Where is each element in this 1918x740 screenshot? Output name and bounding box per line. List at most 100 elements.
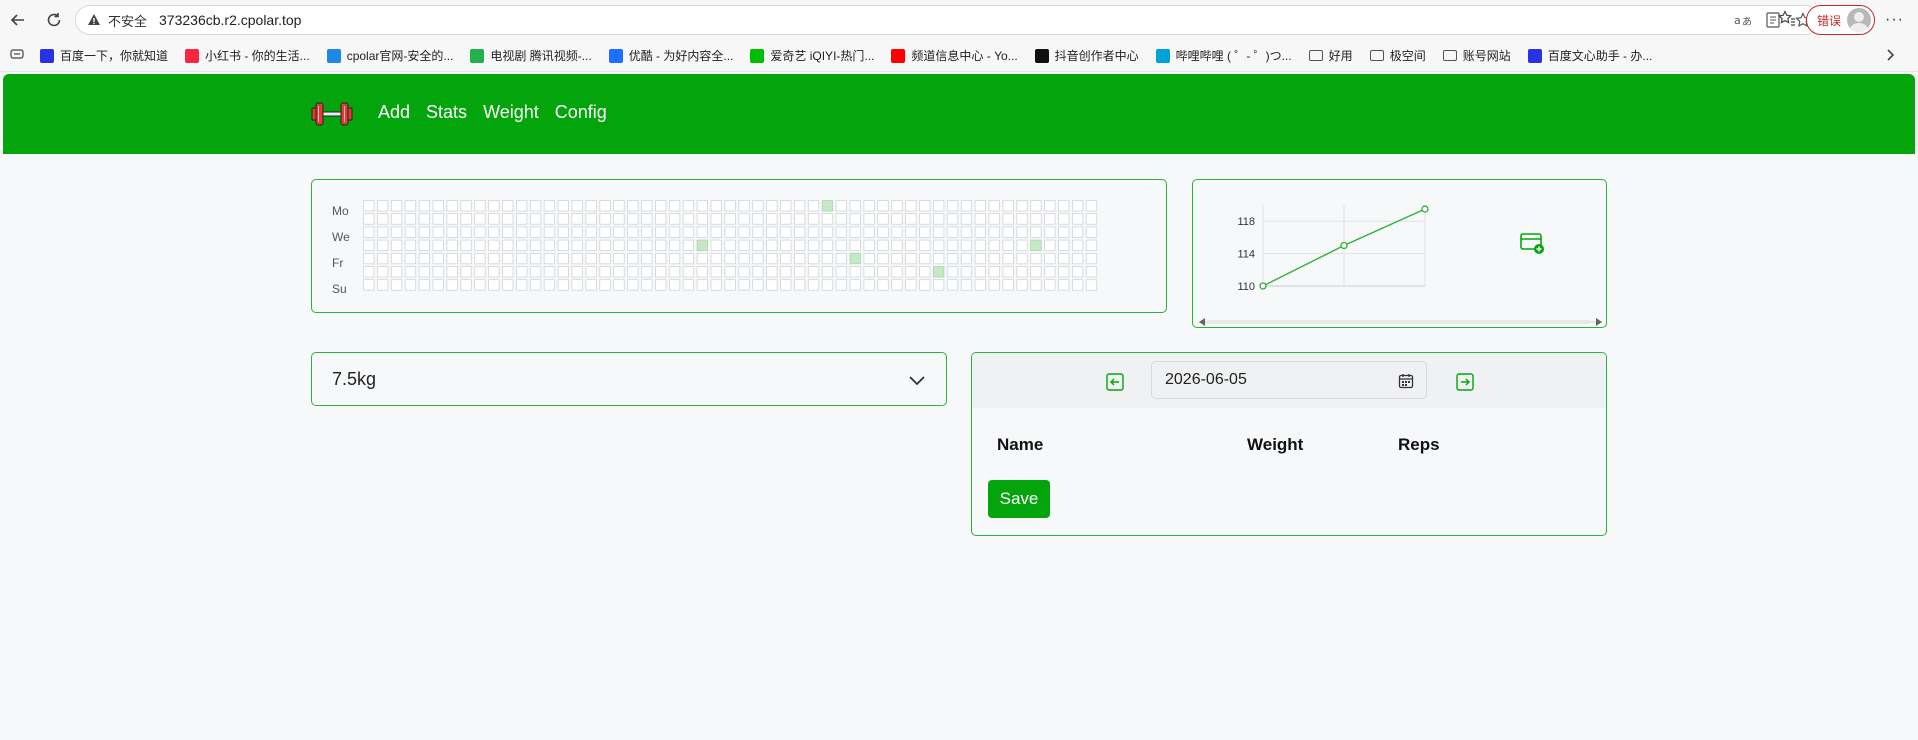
heatmap-cell[interactable] <box>1002 279 1014 291</box>
heatmap-cell[interactable] <box>474 266 486 278</box>
heatmap-cell[interactable] <box>807 252 820 265</box>
heatmap-cell[interactable] <box>905 266 917 278</box>
heatmap-cell[interactable] <box>780 213 792 225</box>
heatmap-cell[interactable] <box>613 200 625 212</box>
heatmap-cell[interactable] <box>390 226 403 238</box>
heatmap-cell[interactable] <box>1085 213 1098 225</box>
heatmap-cell[interactable] <box>571 213 583 225</box>
heatmap-cell[interactable] <box>557 239 570 251</box>
heatmap-cell[interactable] <box>724 252 736 265</box>
heatmap-cell[interactable] <box>849 213 861 225</box>
heatmap-cell[interactable] <box>738 279 750 291</box>
heatmap-cell[interactable] <box>835 226 848 238</box>
heatmap-cell[interactable] <box>613 252 625 265</box>
url-text[interactable]: 373236cb.r2.cpolar.top <box>159 12 301 28</box>
heatmap-cell[interactable] <box>863 200 875 212</box>
heatmap-cell[interactable] <box>919 252 931 265</box>
heatmap-cell[interactable] <box>571 279 583 291</box>
tab-actions-icon[interactable] <box>10 47 24 65</box>
heatmap-cell[interactable] <box>821 266 834 278</box>
heatmap-cell[interactable] <box>571 200 583 212</box>
heatmap-cell[interactable] <box>1058 226 1070 238</box>
heatmap-cell[interactable] <box>654 279 667 291</box>
heatmap-cell[interactable] <box>766 266 778 278</box>
prev-day-icon[interactable] <box>1106 373 1124 391</box>
heatmap-cell[interactable] <box>488 266 500 278</box>
heatmap-cell[interactable] <box>502 226 514 238</box>
heatmap-cell[interactable] <box>974 279 986 291</box>
heatmap-cell[interactable] <box>543 252 556 265</box>
heatmap-cell[interactable] <box>641 279 653 291</box>
heatmap-cell[interactable] <box>627 266 639 278</box>
heatmap-cell[interactable] <box>1016 266 1028 278</box>
heatmap-cell[interactable] <box>418 239 430 251</box>
heatmap-cell[interactable] <box>974 252 986 265</box>
heatmap-cell[interactable] <box>919 239 931 251</box>
heatmap-cell[interactable] <box>724 279 736 291</box>
heatmap-cell[interactable] <box>1002 252 1014 265</box>
heatmap-cell[interactable] <box>821 200 834 212</box>
heatmap-cell[interactable] <box>363 200 375 212</box>
heatmap-cell[interactable] <box>404 266 417 278</box>
heatmap-cell[interactable] <box>1030 226 1042 238</box>
heatmap-cell[interactable] <box>488 200 500 212</box>
heatmap-cell[interactable] <box>1044 200 1056 212</box>
heatmap-cell[interactable] <box>696 266 709 278</box>
heatmap-cell[interactable] <box>446 213 458 225</box>
heatmap-cell[interactable] <box>404 226 417 238</box>
heatmap-cell[interactable] <box>641 200 653 212</box>
heatmap-cell[interactable] <box>1016 226 1028 238</box>
heatmap-cell[interactable] <box>502 213 514 225</box>
heatmap-cell[interactable] <box>946 239 959 251</box>
heatmap-cell[interactable] <box>1058 239 1070 251</box>
heatmap-cell[interactable] <box>404 279 417 291</box>
heatmap-cell[interactable] <box>432 226 444 238</box>
heatmap-cell[interactable] <box>1058 200 1070 212</box>
heatmap-cell[interactable] <box>668 239 681 251</box>
heatmap-cell[interactable] <box>488 239 500 251</box>
heatmap-cell[interactable] <box>404 213 417 225</box>
heatmap-cell[interactable] <box>933 279 945 291</box>
heatmap-cell[interactable] <box>1072 252 1084 265</box>
heatmap-cell[interactable] <box>933 252 945 265</box>
heatmap-cell[interactable] <box>390 252 403 265</box>
heatmap-cell[interactable] <box>641 226 653 238</box>
heatmap-cell[interactable] <box>1044 239 1056 251</box>
heatmap-cell[interactable] <box>1072 279 1084 291</box>
heatmap-cell[interactable] <box>905 239 917 251</box>
bookmark-item[interactable]: 优酷 - 为好内容全... <box>608 47 733 64</box>
heatmap-cell[interactable] <box>627 213 639 225</box>
heatmap-cell[interactable] <box>738 226 750 238</box>
heatmap-cell[interactable] <box>1072 200 1084 212</box>
heatmap-cell[interactable] <box>960 279 973 291</box>
heatmap-cell[interactable] <box>488 252 500 265</box>
heatmap-cell[interactable] <box>1072 226 1084 238</box>
heatmap-cell[interactable] <box>376 226 389 238</box>
heatmap-cell[interactable] <box>988 239 1000 251</box>
heatmap-cell[interactable] <box>1058 279 1070 291</box>
heatmap-cell[interactable] <box>793 252 806 265</box>
heatmap-cell[interactable] <box>682 239 695 251</box>
heatmap-cell[interactable] <box>515 226 528 238</box>
heatmap-cell[interactable] <box>919 213 931 225</box>
heatmap-cell[interactable] <box>515 239 528 251</box>
heatmap-cell[interactable] <box>515 213 528 225</box>
heatmap-cell[interactable] <box>946 279 959 291</box>
heatmap-cell[interactable] <box>849 239 861 251</box>
profile-error-button[interactable]: 错误 <box>1806 5 1876 35</box>
nav-config[interactable]: Config <box>555 102 607 123</box>
heatmap-cell[interactable] <box>585 252 597 265</box>
heatmap-cell[interactable] <box>376 279 389 291</box>
heatmap-cell[interactable] <box>849 279 861 291</box>
heatmap-cell[interactable] <box>543 239 556 251</box>
heatmap-cell[interactable] <box>793 279 806 291</box>
heatmap-cell[interactable] <box>905 279 917 291</box>
heatmap-cell[interactable] <box>988 252 1000 265</box>
heatmap-cell[interactable] <box>641 213 653 225</box>
heatmap-cell[interactable] <box>446 279 458 291</box>
heatmap-cell[interactable] <box>835 279 848 291</box>
exercise-select[interactable]: 7.5kg <box>311 352 947 406</box>
heatmap-cell[interactable] <box>502 266 514 278</box>
heatmap-cell[interactable] <box>1072 266 1084 278</box>
heatmap-cell[interactable] <box>571 239 583 251</box>
